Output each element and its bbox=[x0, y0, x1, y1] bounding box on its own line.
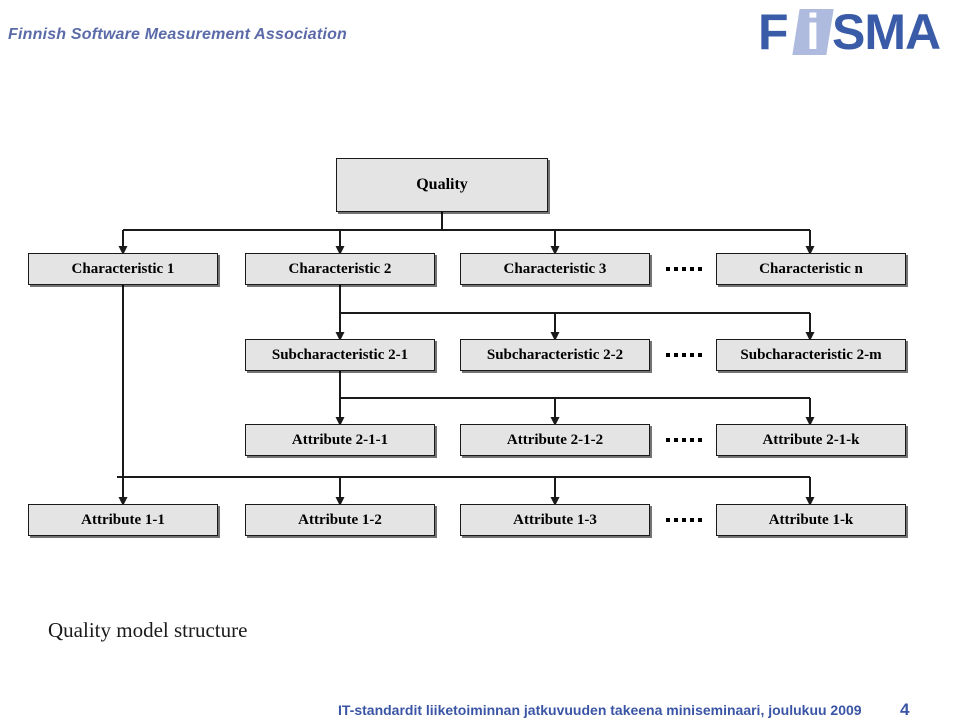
node-label: Subcharacteristic 2-2 bbox=[486, 346, 624, 363]
node-subcharacteristic-2-2[interactable]: Subcharacteristic 2-2 bbox=[460, 339, 650, 371]
dot bbox=[674, 267, 678, 271]
dot bbox=[698, 267, 702, 271]
footer-page-number: 4 bbox=[900, 700, 910, 719]
diagram-caption: Quality model structure bbox=[48, 618, 248, 642]
dot bbox=[682, 267, 686, 271]
dot bbox=[674, 518, 678, 522]
node-label: Characteristic n bbox=[759, 260, 863, 277]
dot bbox=[682, 353, 686, 357]
node-label: Attribute 1-2 bbox=[298, 511, 382, 528]
dot bbox=[690, 353, 694, 357]
node-attribute-2-1-k[interactable]: Attribute 2-1-k bbox=[716, 424, 906, 456]
dot bbox=[666, 267, 670, 271]
node-label: Characteristic 1 bbox=[71, 260, 175, 277]
ellipsis-subcharacteristics bbox=[658, 351, 710, 359]
dot bbox=[698, 518, 702, 522]
node-label: Subcharacteristic 2-1 bbox=[271, 346, 409, 363]
dot bbox=[674, 353, 678, 357]
node-label: Attribute 1-1 bbox=[81, 511, 165, 528]
node-attribute-1-k[interactable]: Attribute 1-k bbox=[716, 504, 906, 536]
node-subcharacteristic-2-m[interactable]: Subcharacteristic 2-m bbox=[716, 339, 906, 371]
node-label: Attribute 1-3 bbox=[513, 511, 597, 528]
node-attribute-1-1[interactable]: Attribute 1-1 bbox=[28, 504, 218, 536]
dot bbox=[666, 353, 670, 357]
node-label: Attribute 2-1-2 bbox=[506, 431, 604, 448]
dot bbox=[682, 518, 686, 522]
dot bbox=[666, 438, 670, 442]
node-label: Quality bbox=[416, 176, 468, 193]
dot bbox=[698, 438, 702, 442]
node-label: Attribute 2-1-k bbox=[762, 431, 860, 448]
node-quality[interactable]: Quality bbox=[336, 158, 548, 212]
node-attribute-2-1-2[interactable]: Attribute 2-1-2 bbox=[460, 424, 650, 456]
node-attribute-1-2[interactable]: Attribute 1-2 bbox=[245, 504, 435, 536]
node-characteristic-n[interactable]: Characteristic n bbox=[716, 253, 906, 285]
dot bbox=[690, 518, 694, 522]
node-label: Attribute 1-k bbox=[768, 511, 854, 528]
dot bbox=[698, 353, 702, 357]
node-attribute-1-3[interactable]: Attribute 1-3 bbox=[460, 504, 650, 536]
node-characteristic-3[interactable]: Characteristic 3 bbox=[460, 253, 650, 285]
quality-model-diagram: Quality Characteristic 1 Characteristic … bbox=[0, 0, 960, 726]
ellipsis-attributes-1 bbox=[658, 516, 710, 524]
node-attribute-2-1-1[interactable]: Attribute 2-1-1 bbox=[245, 424, 435, 456]
node-characteristic-2[interactable]: Characteristic 2 bbox=[245, 253, 435, 285]
dot bbox=[690, 438, 694, 442]
dot bbox=[682, 438, 686, 442]
node-label: Characteristic 3 bbox=[503, 260, 607, 277]
node-subcharacteristic-2-1[interactable]: Subcharacteristic 2-1 bbox=[245, 339, 435, 371]
dot bbox=[666, 518, 670, 522]
node-characteristic-1[interactable]: Characteristic 1 bbox=[28, 253, 218, 285]
node-label: Characteristic 2 bbox=[288, 260, 392, 277]
dot bbox=[690, 267, 694, 271]
ellipsis-attributes-2-1 bbox=[658, 436, 710, 444]
ellipsis-characteristics bbox=[658, 265, 710, 273]
footer-text: IT-standardit liiketoiminnan jatkuvuuden… bbox=[338, 702, 862, 718]
node-label: Subcharacteristic 2-m bbox=[740, 346, 882, 363]
node-label: Attribute 2-1-1 bbox=[291, 431, 389, 448]
dot bbox=[674, 438, 678, 442]
